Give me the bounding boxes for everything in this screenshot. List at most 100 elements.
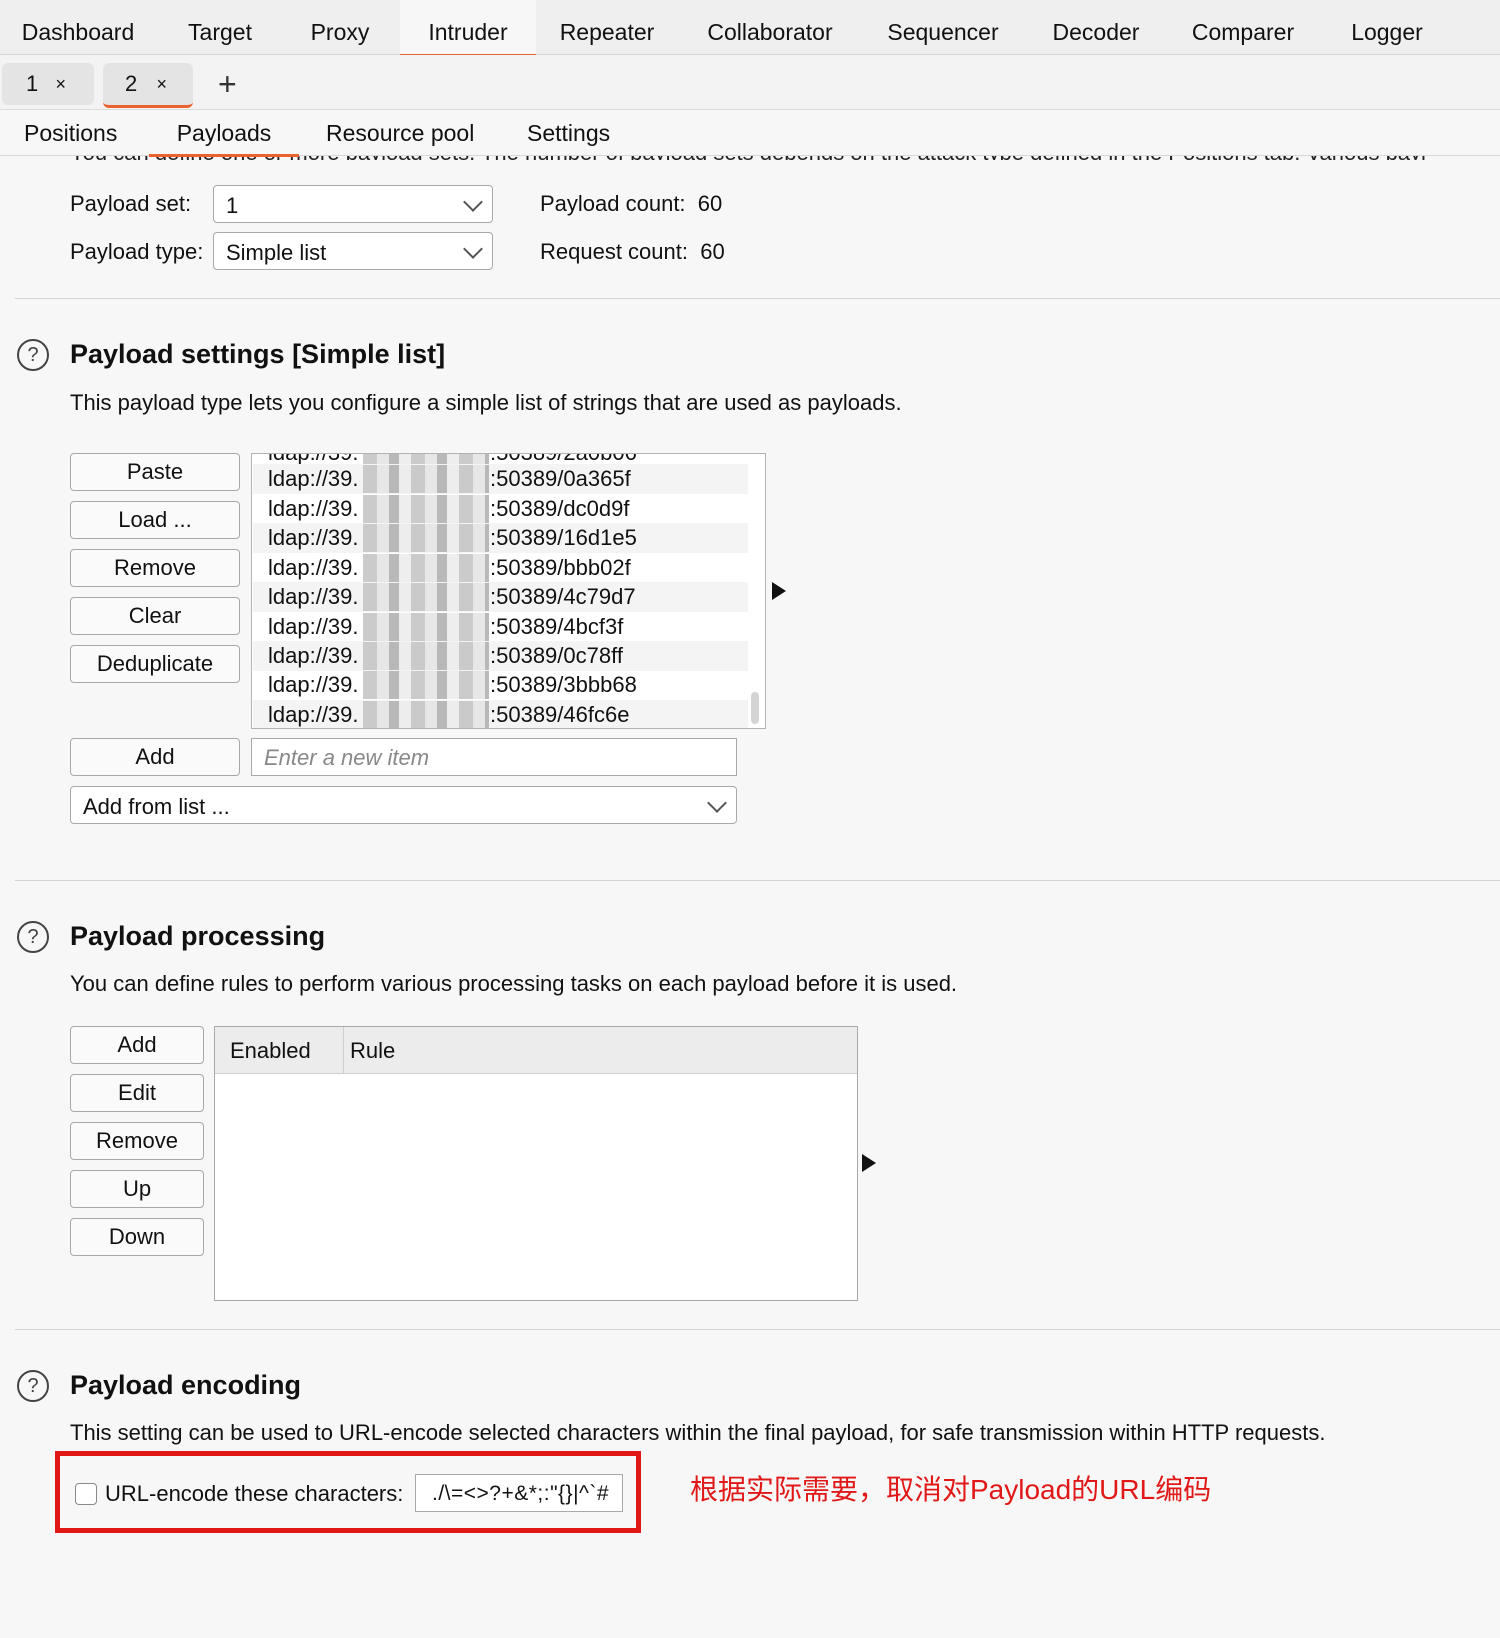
tab-logger[interactable]: Logger	[1335, 0, 1439, 54]
tab-resource-pool[interactable]: Resource pool	[326, 116, 474, 154]
remove-button[interactable]: Remove	[70, 549, 240, 587]
intruder-sub-tab-bar: Positions Payloads Resource pool Setting…	[0, 110, 1500, 157]
list-item-suffix: :50389/46fc6e	[490, 702, 630, 727]
add-item-button[interactable]: Add	[70, 738, 240, 776]
section-divider	[15, 1329, 1500, 1330]
list-item[interactable]: ldap://39. :50389/16d1e5	[253, 523, 748, 553]
list-item-suffix: :50389/0a365f	[490, 466, 631, 491]
redacted-ip	[363, 642, 489, 670]
list-item-prefix: ldap://39.	[268, 584, 359, 609]
payload-settings-description: This payload type lets you configure a s…	[70, 390, 902, 415]
clear-button[interactable]: Clear	[70, 597, 240, 635]
close-icon[interactable]: ×	[55, 63, 66, 105]
redacted-ip	[363, 583, 489, 611]
payload-processing-description: You can define rules to perform various …	[70, 971, 958, 996]
tab-comparer[interactable]: Comparer	[1175, 0, 1311, 54]
load-button[interactable]: Load ...	[70, 501, 240, 539]
payload-type-label: Payload type:	[70, 239, 204, 264]
add-from-list-select[interactable]: Add from list ...	[70, 786, 737, 824]
section-divider	[15, 298, 1500, 299]
list-item-prefix: ldap://39.	[268, 614, 359, 639]
expand-arrow-icon[interactable]	[772, 582, 786, 600]
payload-set-select[interactable]: 1	[213, 185, 493, 223]
attack-tab-bar: 1 × 2 × +	[0, 55, 1500, 110]
help-icon[interactable]: ?	[17, 1370, 49, 1402]
list-item[interactable]: ldap://39. :50389/3bbb68	[253, 670, 748, 700]
expand-arrow-icon[interactable]	[862, 1154, 876, 1172]
list-item-prefix: ldap://39.	[268, 702, 359, 727]
payload-type-value: Simple list	[226, 240, 327, 265]
list-item[interactable]: ldap://39. :50389/bbb02f	[253, 553, 748, 583]
help-icon[interactable]: ?	[17, 339, 49, 371]
help-icon[interactable]: ?	[17, 921, 49, 953]
new-tab-plus-icon[interactable]: +	[218, 63, 237, 105]
payload-list[interactable]: ldap://39. :50389/2a0b06 ldap://39. :503…	[251, 453, 766, 729]
add-rule-button[interactable]: Add	[70, 1026, 204, 1064]
attack-tab-label: 2	[125, 71, 138, 96]
paste-button[interactable]: Paste	[70, 453, 240, 491]
column-enabled[interactable]: Enabled	[230, 1027, 311, 1073]
list-item[interactable]: ldap://39. :50389/4bcf3f	[253, 612, 748, 642]
url-encode-characters-input[interactable]: ./\=<>?+&*;:"{}|^`#	[415, 1474, 623, 1512]
payload-processing-title: Payload processing	[70, 921, 326, 951]
add-from-list-label: Add from list ...	[83, 794, 230, 819]
list-item-prefix: ldap://39.	[268, 466, 359, 491]
list-item[interactable]: ldap://39. :50389/0a365f	[253, 464, 748, 494]
attack-tab-2[interactable]: 2 ×	[103, 63, 193, 108]
deduplicate-button[interactable]: Deduplicate	[70, 645, 240, 683]
list-item-suffix: :50389/bbb02f	[490, 555, 631, 580]
url-encode-checkbox[interactable]	[75, 1483, 97, 1505]
request-count: Request count: 60	[540, 239, 725, 265]
attack-tab-1[interactable]: 1 ×	[2, 63, 94, 105]
list-item[interactable]: ldap://39. :50389/4c79d7	[253, 582, 748, 612]
list-scrollbar[interactable]	[751, 692, 759, 724]
tab-proxy[interactable]: Proxy	[290, 0, 390, 54]
section-divider	[15, 880, 1500, 881]
chevron-down-icon	[707, 793, 727, 813]
tab-sequencer[interactable]: Sequencer	[870, 0, 1016, 54]
payload-encoding-title: Payload encoding	[70, 1370, 302, 1400]
url-encode-label: URL-encode these characters:	[105, 1481, 404, 1506]
edit-rule-button[interactable]: Edit	[70, 1074, 204, 1112]
tab-intruder[interactable]: Intruder	[400, 0, 536, 57]
list-item[interactable]: ldap://39. :50389/dc0d9f	[253, 494, 748, 524]
payload-set-value: 1	[226, 193, 239, 218]
list-item-prefix: ldap://39.	[268, 643, 359, 668]
tab-decoder[interactable]: Decoder	[1040, 0, 1152, 54]
tab-payloads[interactable]: Payloads	[149, 116, 299, 157]
list-item-prefix: ldap://39.	[268, 496, 359, 521]
payload-count-value: 60	[697, 191, 723, 216]
redacted-ip	[363, 701, 489, 728]
redacted-ip	[363, 495, 489, 523]
table-header: Enabled Rule	[215, 1027, 857, 1074]
list-item-suffix: :50389/0c78ff	[490, 643, 623, 668]
column-rule[interactable]: Rule	[350, 1027, 395, 1073]
attack-tab-label: 1	[26, 71, 39, 96]
list-item-prefix: ldap://39.	[268, 525, 359, 550]
payload-type-select[interactable]: Simple list	[213, 232, 493, 270]
chevron-down-icon	[463, 239, 483, 259]
tab-target[interactable]: Target	[170, 0, 270, 54]
remove-rule-button[interactable]: Remove	[70, 1122, 204, 1160]
move-down-button[interactable]: Down	[70, 1218, 204, 1256]
list-item-suffix: :50389/dc0d9f	[490, 496, 630, 521]
chevron-down-icon	[463, 192, 483, 212]
request-count-value: 60	[700, 239, 725, 264]
new-item-input[interactable]: Enter a new item	[251, 738, 737, 776]
list-item-prefix: ldap://39.	[268, 672, 359, 697]
payload-settings-title: Payload settings [Simple list]	[70, 339, 446, 369]
list-item-suffix: :50389/4bcf3f	[490, 614, 624, 639]
list-item[interactable]: ldap://39. :50389/0c78ff	[253, 641, 748, 671]
tab-collaborator[interactable]: Collaborator	[690, 0, 850, 54]
tab-repeater[interactable]: Repeater	[545, 0, 669, 54]
list-item[interactable]: ldap://39. :50389/46fc6e	[253, 700, 748, 728]
redacted-ip	[363, 554, 489, 582]
move-up-button[interactable]: Up	[70, 1170, 204, 1208]
processing-rules-table[interactable]: Enabled Rule	[214, 1026, 858, 1301]
tab-settings[interactable]: Settings	[527, 116, 610, 154]
annotation-note: 根据实际需要，取消对Payload的URL编码	[690, 1474, 1212, 1505]
close-icon[interactable]: ×	[156, 63, 167, 105]
tab-positions[interactable]: Positions	[24, 116, 117, 154]
tab-dashboard[interactable]: Dashboard	[8, 0, 148, 54]
redacted-ip	[363, 671, 489, 699]
